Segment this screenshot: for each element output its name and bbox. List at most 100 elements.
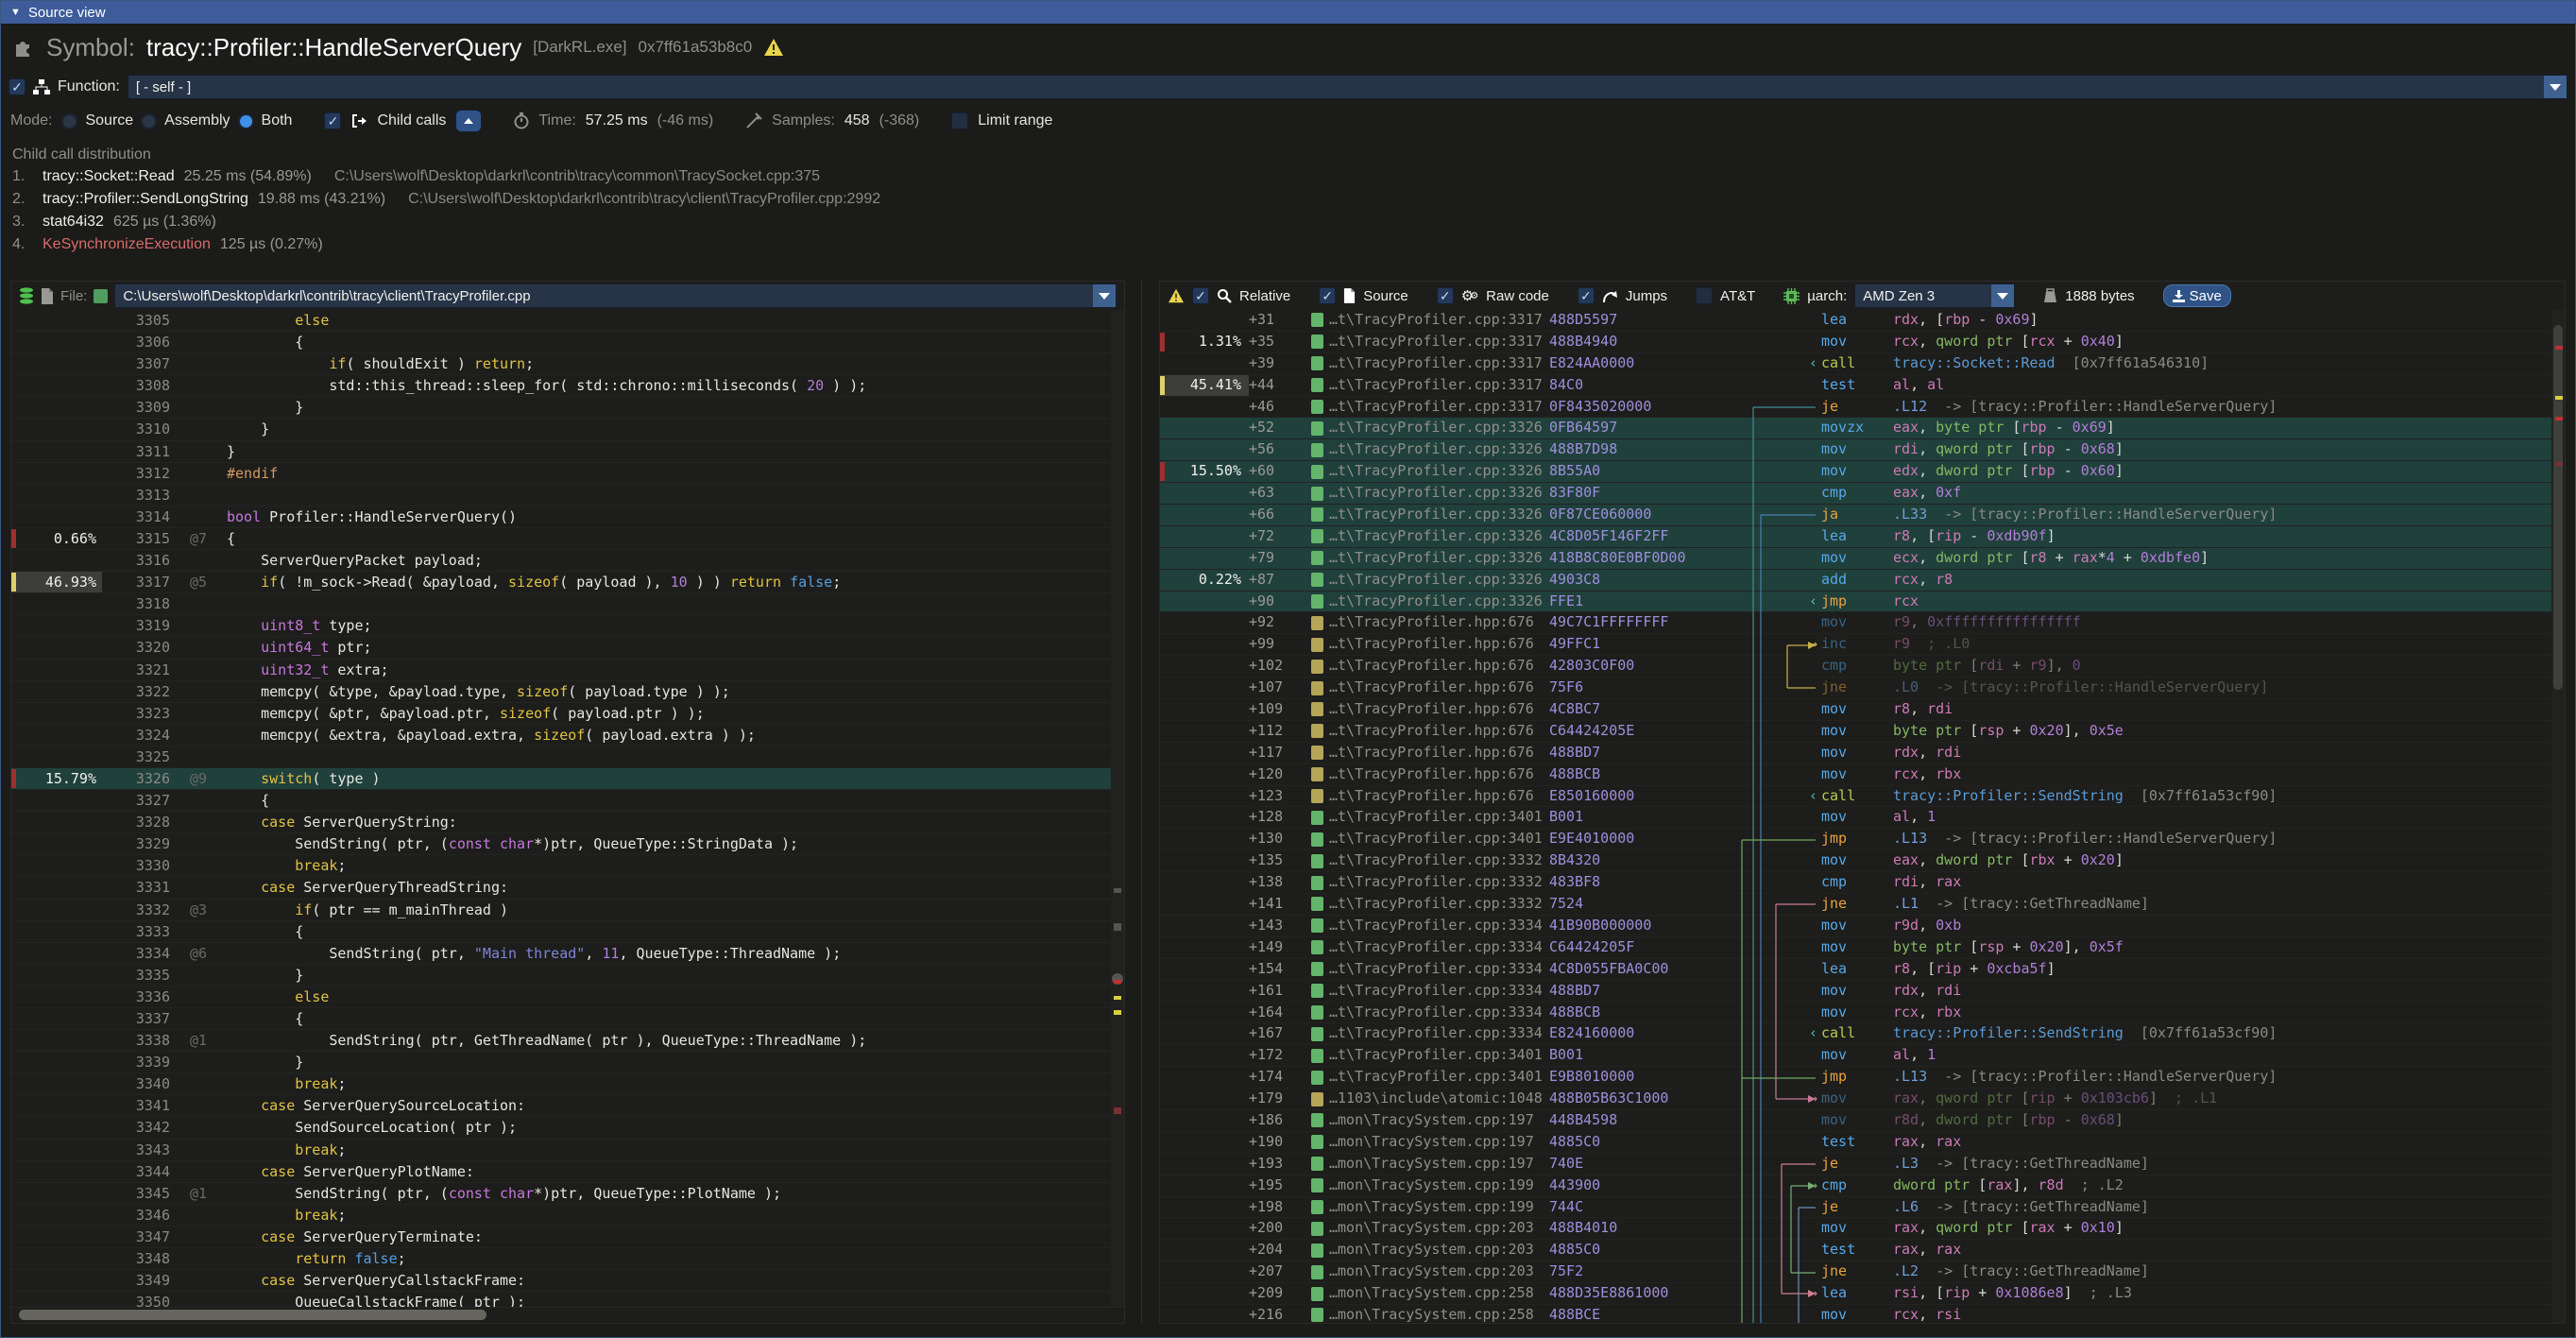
asm-row[interactable]: +66…t\TracyProfiler.cpp:33260F87CE060000…: [1160, 505, 2565, 526]
asm-row[interactable]: +200…mon\TracySystem.cpp:203488B4010movr…: [1160, 1218, 2565, 1240]
function-checkbox[interactable]: ✓: [9, 78, 26, 95]
assembly-scrollbar[interactable]: [2551, 310, 2565, 1323]
parent-up-button[interactable]: [455, 110, 482, 132]
asm-row[interactable]: +79…t\TracyProfiler.cpp:3326418B8C80E0BF…: [1160, 548, 2565, 570]
source-checkbox[interactable]: ✓: [1319, 287, 1336, 304]
save-button[interactable]: Save: [2163, 284, 2231, 307]
source-line[interactable]: 15.79%3326@9 switch( type ): [11, 768, 1124, 790]
asm-row[interactable]: +161…t\TracyProfiler.cpp:3334488BD7movrd…: [1160, 981, 2565, 1003]
asm-row[interactable]: +31…t\TracyProfiler.cpp:3317488D5597lear…: [1160, 310, 2565, 332]
source-line[interactable]: 3346 break;: [11, 1205, 1124, 1226]
asm-row[interactable]: +209…mon\TracySystem.cpp:258488D35E88610…: [1160, 1283, 2565, 1305]
mode-radio-both[interactable]: [238, 113, 254, 129]
asm-row[interactable]: 15.50%+60…t\TracyProfiler.cpp:33268B55A0…: [1160, 461, 2565, 483]
child-call-item[interactable]: 3.stat64i32625 µs (1.36%): [1, 211, 2575, 233]
source-scrollbar[interactable]: [1111, 310, 1124, 1307]
asm-row[interactable]: +107…t\TracyProfiler.hpp:67675F6jne.L0 -…: [1160, 678, 2565, 699]
source-line[interactable]: 3319 uint8_t type;: [11, 615, 1124, 637]
asm-row[interactable]: +138…t\TracyProfiler.cpp:3332483BF8cmprd…: [1160, 872, 2565, 894]
asm-row[interactable]: +99…t\TracyProfiler.hpp:67649FFC1→incr9 …: [1160, 634, 2565, 656]
source-line[interactable]: 3325: [11, 746, 1124, 768]
asm-row[interactable]: +198…mon\TracySystem.cpp:199744Cje.L6 ->…: [1160, 1197, 2565, 1219]
source-line[interactable]: 3322 memcpy( &type, &payload.type, sizeo…: [11, 681, 1124, 703]
source-line[interactable]: 3308 std::this_thread::sleep_for( std::c…: [11, 375, 1124, 397]
asm-row[interactable]: +123…t\TracyProfiler.hpp:676E850160000‹c…: [1160, 786, 2565, 808]
chevron-down-icon[interactable]: [1093, 284, 1116, 307]
source-line[interactable]: 3350 QueueCallstackFrame( ptr );: [11, 1292, 1124, 1307]
asm-row[interactable]: +109…t\TracyProfiler.hpp:6764C8BC7movr8,…: [1160, 699, 2565, 721]
march-select[interactable]: AMD Zen 3: [1854, 283, 2015, 308]
source-line[interactable]: 3343 break;: [11, 1140, 1124, 1161]
chevron-down-icon[interactable]: [1991, 284, 2014, 307]
child-call-item[interactable]: 4.KeSynchronizeExecution125 µs (0.27%): [1, 233, 2575, 256]
asm-row[interactable]: +52…t\TracyProfiler.cpp:33260FB64597movz…: [1160, 418, 2565, 439]
source-line[interactable]: 3305 else: [11, 310, 1124, 332]
att-checkbox[interactable]: ✓: [1696, 287, 1713, 304]
mode-radio-source[interactable]: [61, 113, 77, 129]
asm-row[interactable]: +46…t\TracyProfiler.cpp:33170F8435020000…: [1160, 397, 2565, 419]
source-line[interactable]: 3349 case ServerQueryCallstackFrame:: [11, 1270, 1124, 1292]
title-bar[interactable]: ▼ Source view: [1, 1, 2575, 24]
asm-row[interactable]: +179…1103\include\atomic:1048488B05B63C1…: [1160, 1089, 2565, 1110]
asm-row[interactable]: +102…t\TracyProfiler.hpp:67642803C0F00cm…: [1160, 656, 2565, 678]
asm-row[interactable]: +56…t\TracyProfiler.cpp:3326488B7D98movr…: [1160, 439, 2565, 461]
source-line[interactable]: 3311}: [11, 441, 1124, 463]
asm-row[interactable]: +130…t\TracyProfiler.cpp:3401E9E4010000j…: [1160, 829, 2565, 850]
chevron-down-icon[interactable]: [2544, 76, 2567, 98]
source-line[interactable]: 3333 {: [11, 921, 1124, 943]
source-line[interactable]: 3314bool Profiler::HandleServerQuery(): [11, 506, 1124, 528]
source-line[interactable]: 3309 }: [11, 397, 1124, 419]
asm-row[interactable]: +207…mon\TracySystem.cpp:20375F2jne.L2 -…: [1160, 1261, 2565, 1283]
source-line[interactable]: 3338@1 SendString( ptr, GetThreadName( p…: [11, 1030, 1124, 1052]
source-line[interactable]: 3306 {: [11, 332, 1124, 353]
asm-row[interactable]: +204…mon\TracySystem.cpp:2034885C0testra…: [1160, 1240, 2565, 1261]
source-line[interactable]: 3344 case ServerQueryPlotName:: [11, 1161, 1124, 1183]
source-line[interactable]: 3307 if( shouldExit ) return;: [11, 353, 1124, 375]
asm-row[interactable]: +135…t\TracyProfiler.cpp:33328B4320movea…: [1160, 850, 2565, 872]
limit-range-checkbox[interactable]: ✓: [951, 112, 968, 129]
source-line[interactable]: 3328 case ServerQueryString:: [11, 812, 1124, 833]
asm-row[interactable]: +63…t\TracyProfiler.cpp:332683F80Fcmpeax…: [1160, 483, 2565, 505]
asm-row[interactable]: +190…mon\TracySystem.cpp:1974885C0testra…: [1160, 1132, 2565, 1154]
child-call-item[interactable]: 1.tracy::Socket::Read25.25 ms (54.89%)C:…: [1, 165, 2575, 188]
source-line[interactable]: 3337 {: [11, 1008, 1124, 1030]
source-line[interactable]: 3340 break;: [11, 1073, 1124, 1095]
source-line[interactable]: 3342 SendSourceLocation( ptr );: [11, 1117, 1124, 1139]
source-line[interactable]: 3336 else: [11, 986, 1124, 1008]
asm-row[interactable]: +174…t\TracyProfiler.cpp:3401E9B8010000j…: [1160, 1067, 2565, 1089]
source-hscrollbar[interactable]: [11, 1307, 1124, 1323]
pane-divider[interactable]: [1125, 281, 1159, 1324]
asm-row[interactable]: +117…t\TracyProfiler.hpp:676488BD7movrdx…: [1160, 743, 2565, 764]
function-select[interactable]: [ - self - ]: [128, 75, 2567, 99]
asm-row[interactable]: +92…t\TracyProfiler.hpp:67649C7C1FFFFFFF…: [1160, 612, 2565, 634]
asm-row[interactable]: +193…mon\TracySystem.cpp:197740Eje.L3 ->…: [1160, 1154, 2565, 1175]
mode-radio-assembly[interactable]: [141, 113, 157, 129]
asm-row[interactable]: +90…t\TracyProfiler.cpp:3326FFE1‹jmprcx: [1160, 592, 2565, 613]
source-line[interactable]: 3331 case ServerQueryThreadString:: [11, 877, 1124, 899]
asm-row[interactable]: +39…t\TracyProfiler.cpp:3317E824AA0000‹c…: [1160, 353, 2565, 375]
source-line[interactable]: 3330 break;: [11, 855, 1124, 877]
asm-row[interactable]: 0.22%+87…t\TracyProfiler.cpp:33264903C8a…: [1160, 570, 2565, 592]
raw-code-checkbox[interactable]: ✓: [1437, 287, 1454, 304]
jumps-checkbox[interactable]: ✓: [1578, 287, 1595, 304]
asm-row[interactable]: +112…t\TracyProfiler.hpp:676C64424205Emo…: [1160, 721, 2565, 743]
asm-row[interactable]: +120…t\TracyProfiler.hpp:676488BCBmovrcx…: [1160, 764, 2565, 786]
source-line[interactable]: 0.66%3315@7{: [11, 528, 1124, 550]
asm-row[interactable]: +154…t\TracyProfiler.cpp:33344C8D055FBA0…: [1160, 959, 2565, 981]
source-line[interactable]: 3345@1 SendString( ptr, (const char*)ptr…: [11, 1183, 1124, 1205]
source-line[interactable]: 3348 return false;: [11, 1248, 1124, 1270]
asm-row[interactable]: 1.31%+35…t\TracyProfiler.cpp:3317488B494…: [1160, 332, 2565, 353]
source-line[interactable]: 3316 ServerQueryPacket payload;: [11, 550, 1124, 572]
asm-row[interactable]: +128…t\TracyProfiler.cpp:3401B001moval, …: [1160, 807, 2565, 829]
source-line[interactable]: 46.93%3317@5 if( !m_sock->Read( &payload…: [11, 572, 1124, 593]
source-line[interactable]: 3335 }: [11, 965, 1124, 986]
child-calls-checkbox[interactable]: ✓: [324, 112, 341, 129]
asm-row[interactable]: +186…mon\TracySystem.cpp:197448B4598movr…: [1160, 1110, 2565, 1132]
source-line[interactable]: 3320 uint64_t ptr;: [11, 637, 1124, 659]
asm-row[interactable]: +143…t\TracyProfiler.cpp:333441B90B00000…: [1160, 916, 2565, 937]
asm-row[interactable]: +216…mon\TracySystem.cpp:258488BCEmovrcx…: [1160, 1305, 2565, 1323]
asm-row[interactable]: +167…t\TracyProfiler.cpp:3334E824160000‹…: [1160, 1023, 2565, 1045]
source-line[interactable]: 3329 SendString( ptr, (const char*)ptr, …: [11, 833, 1124, 855]
asm-row[interactable]: +195…mon\TracySystem.cpp:199443900→cmpdw…: [1160, 1175, 2565, 1197]
source-line[interactable]: 3324 memcpy( &extra, &payload.extra, siz…: [11, 725, 1124, 746]
